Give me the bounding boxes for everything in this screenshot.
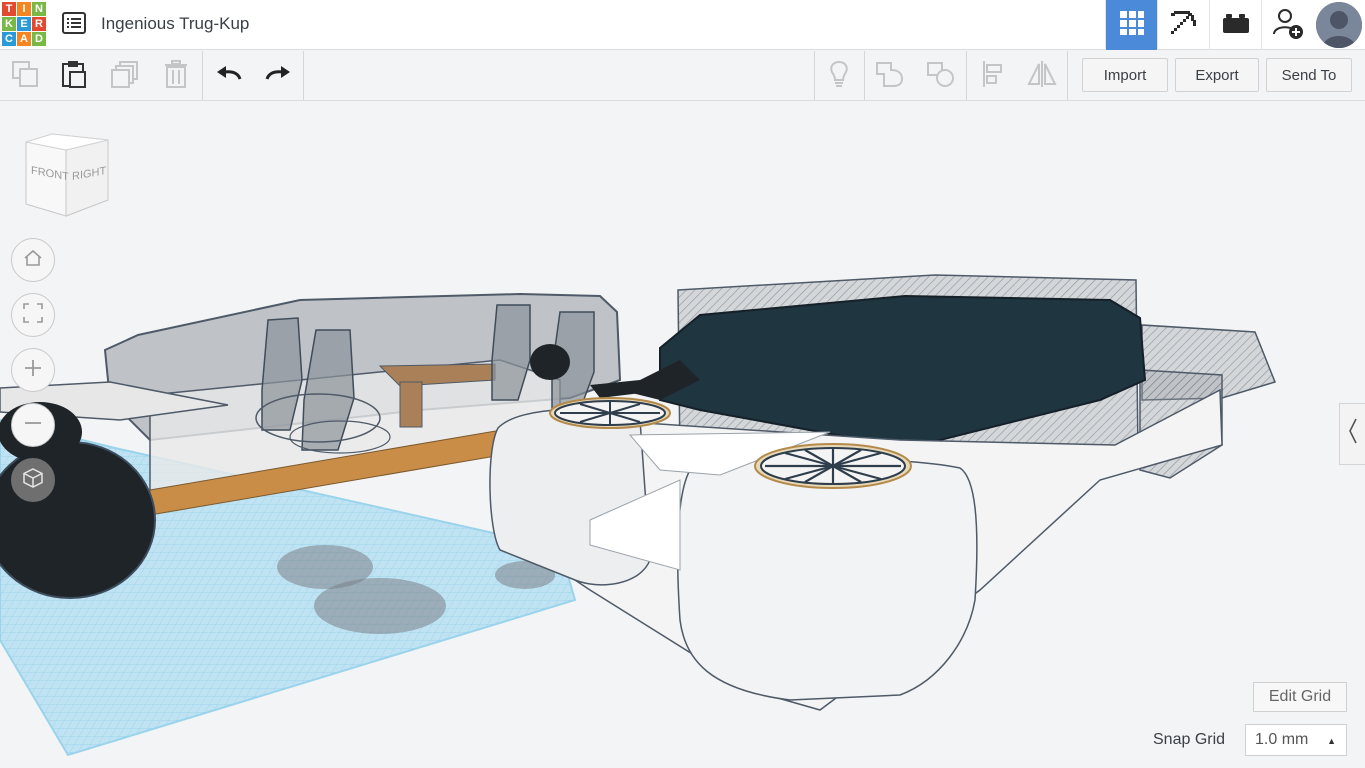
zoom-out-button[interactable] xyxy=(11,403,55,447)
import-button[interactable]: Import xyxy=(1082,58,1168,92)
bricks-icon xyxy=(1222,12,1250,39)
view-cube[interactable]: FRONT RIGHT xyxy=(22,130,112,222)
paste-icon xyxy=(61,60,87,93)
logo-letter: R xyxy=(32,17,46,31)
avatar xyxy=(1316,2,1362,48)
bricks-view-button[interactable] xyxy=(1209,0,1261,50)
group-button[interactable] xyxy=(865,51,915,101)
toolbar-divider xyxy=(966,51,967,101)
ungroup-button[interactable] xyxy=(916,51,966,101)
logo-letter: N xyxy=(32,2,46,16)
fit-view-icon xyxy=(23,302,43,328)
home-icon xyxy=(23,249,43,272)
send-to-button[interactable]: Send To xyxy=(1266,58,1352,92)
undo-button[interactable] xyxy=(204,51,254,101)
undo-icon xyxy=(216,65,242,88)
top-bar: T I N K E R C A D Ingenious Trug-Kup xyxy=(0,0,1365,50)
logo-letter: C xyxy=(2,32,16,46)
3d-design-view-button[interactable] xyxy=(1105,0,1157,50)
minus-icon xyxy=(24,414,42,437)
mirror-button[interactable] xyxy=(1017,51,1067,101)
collapse-panel-button[interactable] xyxy=(1339,403,1365,465)
perspective-toggle-button[interactable] xyxy=(11,458,55,502)
plus-icon xyxy=(24,359,42,382)
logo-letter: K xyxy=(2,17,16,31)
logo-letter: T xyxy=(2,2,16,16)
redo-button[interactable] xyxy=(253,51,303,101)
duplicate-icon xyxy=(111,60,139,93)
design-title[interactable]: Ingenious Trug-Kup xyxy=(101,14,249,34)
snap-grid-label: Snap Grid xyxy=(1153,731,1226,748)
lightbulb-icon xyxy=(828,60,850,93)
logo-letter: E xyxy=(17,17,31,31)
add-user-icon xyxy=(1272,6,1304,45)
profile-button[interactable] xyxy=(1313,0,1365,50)
cube-perspective-icon xyxy=(22,467,44,494)
invite-user-button[interactable] xyxy=(1261,0,1313,50)
redo-icon xyxy=(265,65,291,88)
home-view-button[interactable] xyxy=(11,238,55,282)
align-button[interactable] xyxy=(968,51,1018,101)
mirror-icon xyxy=(1027,60,1057,93)
copy-icon xyxy=(11,60,39,93)
paste-button[interactable] xyxy=(49,51,99,101)
align-icon xyxy=(981,60,1005,93)
design-list-icon[interactable] xyxy=(62,12,86,34)
edit-toolbar: Import Export Send To xyxy=(0,51,1365,101)
zoom-in-button[interactable] xyxy=(11,348,55,392)
snap-grid-select[interactable]: 1.0 mm ▲ xyxy=(1245,724,1347,756)
trash-icon xyxy=(164,59,188,93)
tinkercad-logo[interactable]: T I N K E R C A D xyxy=(2,2,47,47)
3d-scene xyxy=(0,274,1277,757)
blocks-view-button[interactable] xyxy=(1157,0,1209,50)
pickaxe-icon xyxy=(1168,7,1200,44)
edit-grid-button[interactable]: Edit Grid xyxy=(1253,682,1347,712)
toolbar-divider xyxy=(303,51,304,101)
duplicate-button[interactable] xyxy=(100,51,150,101)
fit-view-button[interactable] xyxy=(11,293,55,337)
copy-button[interactable] xyxy=(0,51,50,101)
top-right-controls xyxy=(1105,0,1365,50)
toolbar-divider xyxy=(1067,51,1068,101)
logo-letter: D xyxy=(32,32,46,46)
toolbar-divider xyxy=(202,51,203,101)
chevron-left-icon xyxy=(1348,418,1358,451)
delete-button[interactable] xyxy=(151,51,201,101)
logo-letter: A xyxy=(17,32,31,46)
grid-icon xyxy=(1119,10,1145,41)
ungroup-icon xyxy=(926,60,956,93)
caret-up-icon: ▲ xyxy=(1327,736,1336,746)
workplane-canvas[interactable]: FRONT RIGHT Edit Grid Snap Grid 1.0 mm ▲ xyxy=(0,102,1365,768)
logo-letter: I xyxy=(17,2,31,16)
export-button[interactable]: Export xyxy=(1175,58,1259,92)
notes-button[interactable] xyxy=(814,51,864,101)
group-icon xyxy=(875,60,905,93)
snap-grid-value: 1.0 mm xyxy=(1255,731,1309,748)
